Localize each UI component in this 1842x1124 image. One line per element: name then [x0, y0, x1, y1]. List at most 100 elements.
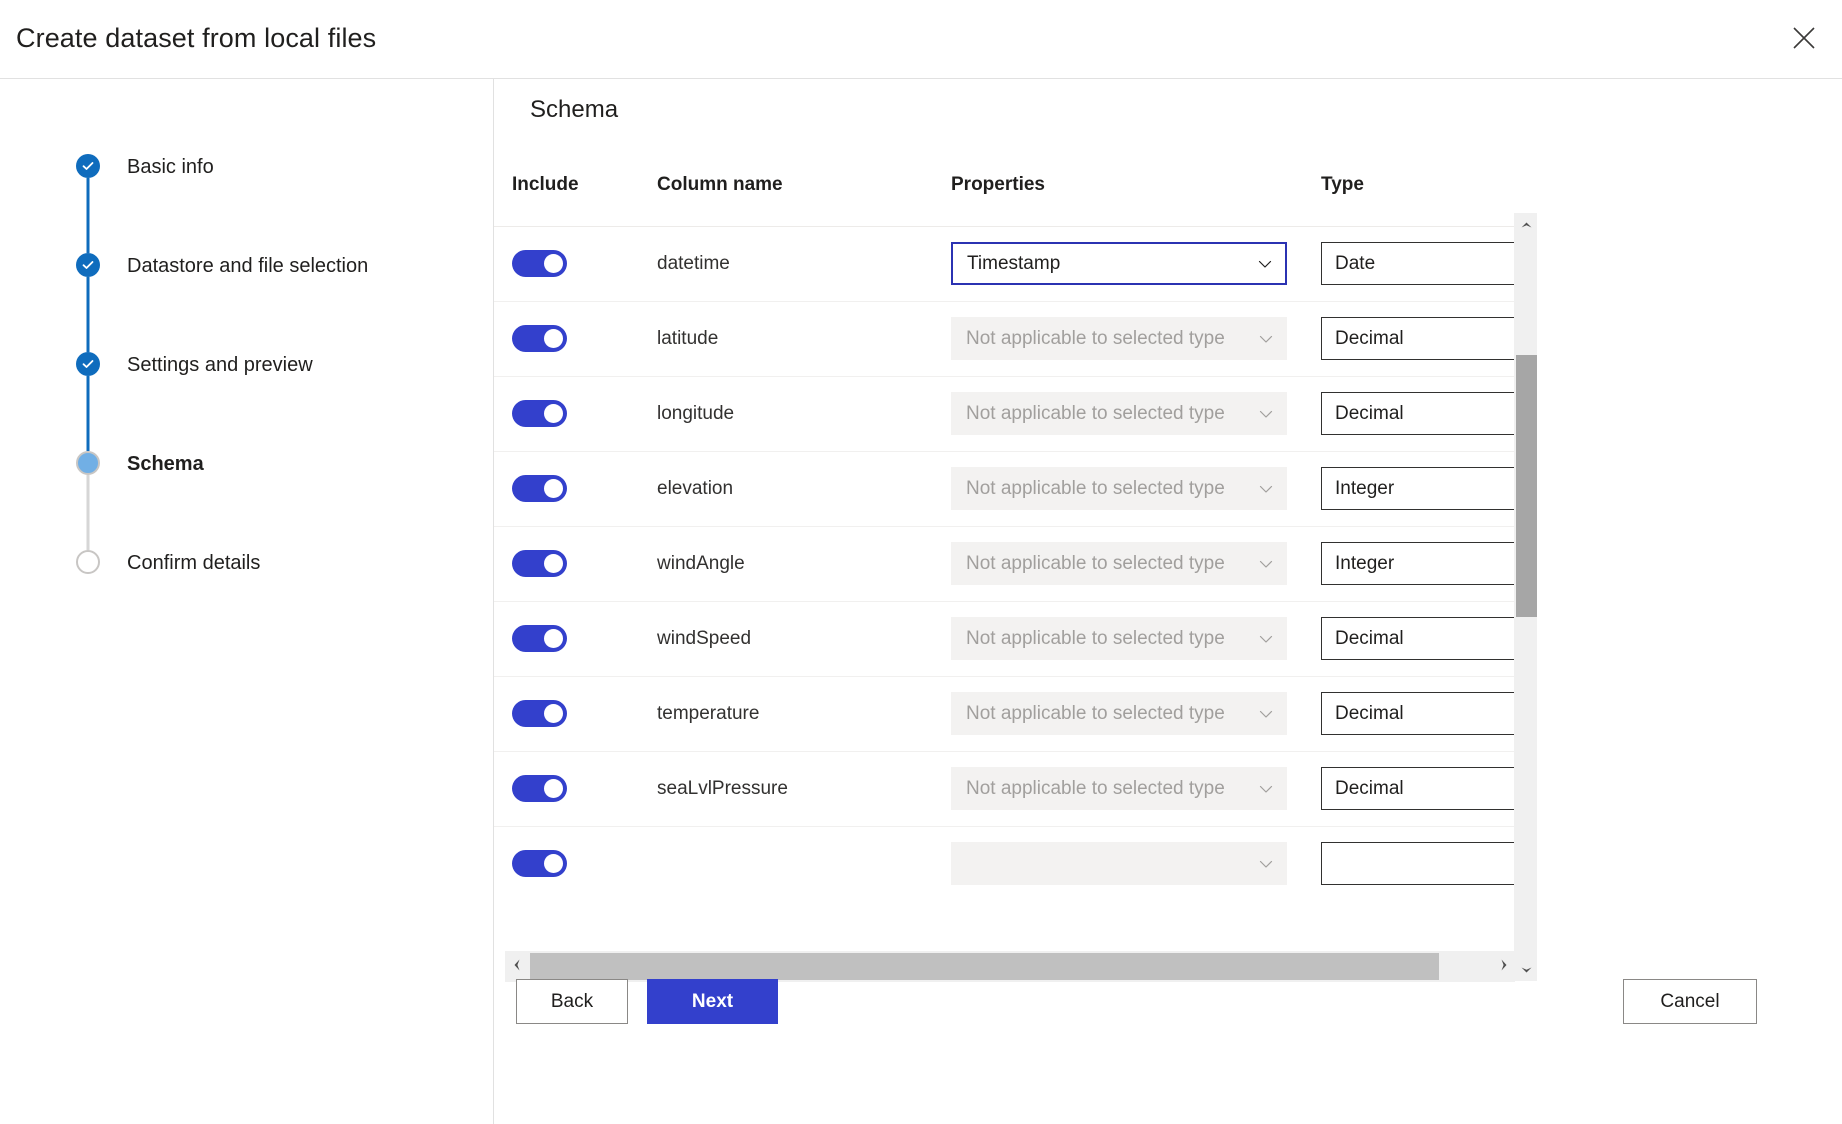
toggle-knob [544, 404, 563, 423]
type-dropdown[interactable]: Integer [1321, 542, 1522, 585]
cell-column-name: temperature [649, 676, 949, 751]
cell-properties [949, 826, 1309, 888]
cell-type: Decimal [1309, 676, 1522, 751]
table-row: seaLvlPressure Not applicable to selected… [494, 751, 1522, 826]
chevron-down-icon [1258, 406, 1274, 422]
properties-dropdown[interactable]: Not applicable to selected type [951, 392, 1287, 435]
include-toggle[interactable] [512, 775, 567, 802]
properties-dropdown[interactable]: Not applicable to selected type [951, 542, 1287, 585]
include-toggle[interactable] [512, 475, 567, 502]
properties-dropdown-value: Timestamp [967, 253, 1257, 275]
type-dropdown[interactable]: Decimal [1321, 767, 1522, 810]
chevron-down-icon [1258, 556, 1274, 572]
chevron-down-icon [1258, 481, 1274, 497]
sidebar-item-basic-info[interactable]: Basic info [76, 154, 368, 253]
toggle-knob [544, 854, 563, 873]
table-row: latitudeNot applicable to selected typeD… [494, 301, 1522, 376]
include-toggle[interactable] [512, 250, 567, 277]
cell-type: Decimal [1309, 751, 1522, 826]
close-button[interactable] [1780, 14, 1828, 62]
type-dropdown[interactable]: Decimal [1321, 392, 1522, 435]
dialog-title: Create dataset from local files [16, 23, 376, 54]
type-dropdown-value: Date [1335, 253, 1522, 275]
back-button[interactable]: Back [516, 979, 628, 1024]
cell-include [494, 526, 649, 601]
scroll-up-button[interactable] [1515, 213, 1538, 236]
cell-properties: Not applicable to selected type [949, 451, 1309, 526]
step-status-dot-done [76, 253, 100, 277]
cell-column-name: seaLvlPressure [649, 751, 949, 826]
type-dropdown-value: Decimal [1335, 778, 1522, 800]
properties-dropdown-value: Not applicable to selected type [966, 628, 1258, 650]
wizard-pane: Basic info Datastore and file selection [0, 79, 494, 1124]
step-status-dot-done [76, 352, 100, 376]
properties-dropdown[interactable]: Not applicable to selected type [951, 467, 1287, 510]
type-dropdown-value: Decimal [1335, 628, 1522, 650]
table-row: datetimeTimestampDate [494, 226, 1522, 301]
close-icon [1793, 27, 1815, 49]
properties-dropdown-value: Not applicable to selected type [966, 778, 1258, 800]
cell-properties: Not applicable to selected type [949, 301, 1309, 376]
cell-type: Decimal [1309, 301, 1522, 376]
page-title: Schema [530, 96, 618, 124]
cell-include [494, 826, 649, 888]
sidebar-item-label: Basic info [127, 154, 214, 179]
include-toggle[interactable] [512, 700, 567, 727]
sidebar-item-label: Settings and preview [127, 352, 313, 377]
include-toggle[interactable] [512, 550, 567, 577]
cell-type: Date [1309, 226, 1522, 301]
type-dropdown-value: Integer [1335, 478, 1522, 500]
properties-dropdown[interactable]: Timestamp [951, 242, 1287, 285]
check-icon [81, 258, 95, 272]
chevron-down-icon [1258, 631, 1274, 647]
cancel-button[interactable]: Cancel [1623, 979, 1757, 1024]
schema-table-body: datetimeTimestampDatelatitudeNot applica… [494, 226, 1522, 888]
type-dropdown-value: Decimal [1335, 703, 1522, 725]
cell-column-name: windAngle [649, 526, 949, 601]
type-dropdown[interactable]: Date [1321, 242, 1522, 285]
type-dropdown[interactable] [1321, 842, 1522, 885]
next-button[interactable]: Next [647, 979, 778, 1024]
step-status-dot-current [76, 451, 100, 475]
type-dropdown[interactable]: Decimal [1321, 317, 1522, 360]
toggle-knob [544, 779, 563, 798]
step-status-dot-pending [76, 550, 100, 574]
table-row: temperatureNot applicable to selected ty… [494, 676, 1522, 751]
include-toggle[interactable] [512, 400, 567, 427]
include-toggle[interactable] [512, 850, 567, 877]
step-marker [76, 451, 100, 475]
sidebar-item-schema[interactable]: Schema [76, 451, 368, 550]
toggle-knob [544, 329, 563, 348]
table-header-row: Include Column name Properties Type [494, 141, 1522, 226]
include-toggle[interactable] [512, 325, 567, 352]
sidebar-item-confirm-details[interactable]: Confirm details [76, 550, 368, 575]
chevron-down-icon [1258, 781, 1274, 797]
table-row [494, 826, 1522, 888]
properties-dropdown[interactable]: Not applicable to selected type [951, 617, 1287, 660]
toggle-knob [544, 629, 563, 648]
cell-include [494, 601, 649, 676]
cell-include [494, 226, 649, 301]
properties-dropdown[interactable] [951, 842, 1287, 885]
type-dropdown-value: Integer [1335, 553, 1522, 575]
schema-table: Include Column name Properties Type date… [494, 141, 1522, 888]
include-toggle[interactable] [512, 625, 567, 652]
sidebar-item-settings-and-preview[interactable]: Settings and preview [76, 352, 368, 451]
sidebar-item-datastore-and-file-selection[interactable]: Datastore and file selection [76, 253, 368, 352]
chevron-down-icon [1258, 706, 1274, 722]
step-marker [76, 352, 100, 376]
vertical-scroll-thumb[interactable] [1516, 355, 1537, 617]
step-connector [87, 178, 90, 253]
properties-dropdown[interactable]: Not applicable to selected type [951, 767, 1287, 810]
type-dropdown[interactable]: Integer [1321, 467, 1522, 510]
type-dropdown[interactable]: Decimal [1321, 692, 1522, 735]
column-header-type: Type [1309, 141, 1522, 226]
type-dropdown[interactable]: Decimal [1321, 617, 1522, 660]
vertical-scrollbar[interactable] [1514, 213, 1537, 981]
cell-properties: Not applicable to selected type [949, 676, 1309, 751]
properties-dropdown[interactable]: Not applicable to selected type [951, 692, 1287, 735]
cell-properties: Not applicable to selected type [949, 751, 1309, 826]
check-icon [81, 357, 95, 371]
cell-type: Decimal [1309, 376, 1522, 451]
properties-dropdown[interactable]: Not applicable to selected type [951, 317, 1287, 360]
